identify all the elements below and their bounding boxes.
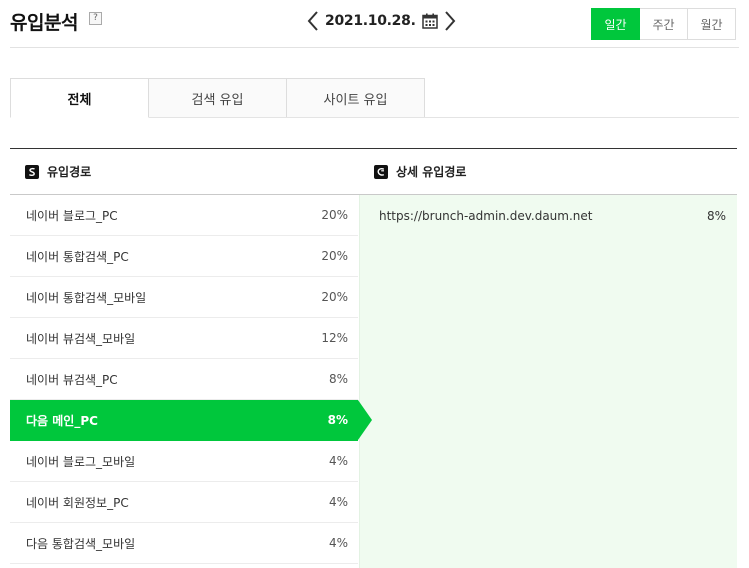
detail-percent: 8% (706, 209, 726, 223)
source-percent: 8% (327, 413, 348, 427)
calendar-icon[interactable] (421, 13, 438, 29)
source-row[interactable]: 다음 통합검색_모바일 4% (10, 523, 358, 564)
date-navigator: 2021.10.28. (305, 9, 458, 33)
source-icon (25, 164, 39, 179)
page-title: 유입분석 (10, 12, 78, 34)
column-header-detail-label: 상세 유입경로 (396, 165, 467, 179)
current-date: 2021.10.28. (325, 13, 416, 29)
help-icon[interactable]: ? (89, 12, 102, 25)
source-label: 네이버 블로그_모바일 (26, 454, 136, 469)
chevron-right-icon[interactable] (442, 9, 458, 33)
tab-search-inflow[interactable]: 검색 유입 (148, 78, 287, 118)
source-percent: 20% (321, 290, 348, 304)
source-percent: 4% (328, 454, 348, 468)
source-row[interactable]: 네이버 뷰검색_PC 8% (10, 359, 358, 400)
inflow-tabs: 전체 검색 유입 사이트 유입 (10, 78, 425, 118)
source-label: 네이버 뷰검색_모바일 (26, 331, 136, 346)
detail-panel: https://brunch-admin.dev.daum.net 8% (359, 195, 737, 568)
source-percent: 4% (328, 536, 348, 550)
detail-row[interactable]: https://brunch-admin.dev.daum.net 8% (360, 195, 738, 237)
source-row[interactable]: 네이버 회원정보_PC 4% (10, 482, 358, 523)
column-header-detail: 상세 유입경로 (359, 149, 737, 194)
source-label: 다음 통합검색_모바일 (26, 536, 136, 551)
column-header-source: 유입경로 (10, 149, 358, 194)
source-percent: 20% (321, 249, 348, 263)
column-header-source-label: 유입경로 (47, 165, 92, 179)
source-row[interactable]: 네이버 통합검색_모바일 20% (10, 277, 358, 318)
header-divider (10, 47, 739, 48)
source-label: 네이버 통합검색_모바일 (26, 290, 147, 305)
source-percent: 4% (328, 495, 348, 509)
source-percent: 12% (321, 331, 348, 345)
tab-all[interactable]: 전체 (10, 78, 149, 118)
period-tab-weekly[interactable]: 주간 (639, 8, 688, 40)
source-label: 네이버 회원정보_PC (26, 495, 129, 510)
period-tab-daily[interactable]: 일간 (591, 8, 640, 40)
source-row[interactable]: 네이버 블로그_PC 20% (10, 195, 358, 236)
source-row[interactable]: 네이버 뷰검색_모바일 12% (10, 318, 358, 359)
tab-site-inflow[interactable]: 사이트 유입 (286, 78, 425, 118)
source-label: 네이버 뷰검색_PC (26, 372, 118, 387)
period-tab-monthly[interactable]: 월간 (687, 8, 736, 40)
source-row-selected[interactable]: 다음 메인_PC 8% (10, 400, 372, 441)
source-percent: 20% (321, 208, 348, 222)
detail-source-icon (374, 164, 388, 179)
source-percent: 8% (328, 372, 348, 386)
chevron-left-icon[interactable] (305, 9, 321, 33)
source-label: 다음 메인_PC (26, 413, 98, 428)
source-row[interactable]: 네이버 통합검색_PC 20% (10, 236, 358, 277)
period-selector: 일간 주간 월간 (591, 8, 736, 40)
detail-url: https://brunch-admin.dev.daum.net (379, 209, 593, 223)
source-label: 네이버 통합검색_PC (26, 249, 129, 264)
source-label: 네이버 블로그_PC (26, 208, 118, 223)
source-row[interactable]: 네이버 블로그_모바일 4% (10, 441, 358, 482)
